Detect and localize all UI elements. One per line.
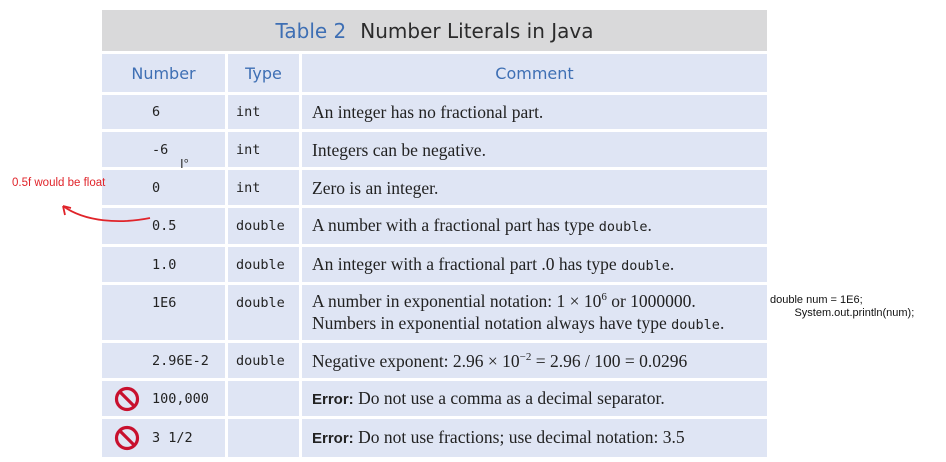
comment-segment: An integer has no fractional part. [312, 102, 544, 122]
type-cell: double [228, 208, 299, 244]
comment-segment: Zero is an integer. [312, 177, 439, 198]
comment-segment: . [719, 312, 725, 333]
number-cell: -6 [102, 132, 225, 167]
number-value: 100,000 [152, 390, 209, 407]
comment-segment: Integers can be negative. [312, 139, 486, 160]
type-cell: int [228, 132, 299, 167]
comment-text: Integers can be negative. [312, 139, 486, 161]
comment-segment: = 2.96 / 100 = 0.0296 [531, 350, 688, 371]
table-title: Table 2 Number Literals in Java [102, 10, 767, 51]
comment-segment: A number in exponential notation: 1 × 10 [312, 290, 602, 311]
float-annotation: 0.5f would be float [12, 177, 106, 189]
comment-cell: An integer has no fractional part. [302, 95, 767, 129]
comment-cell: Negative exponent: 2.96 × 10−2 = 2.96 / … [302, 343, 767, 378]
table-title-text: Number Literals in Java [360, 18, 594, 43]
comment-text: An integer with a fractional part .0 has… [312, 253, 674, 277]
type-cell [228, 419, 299, 457]
header-number: Number [102, 54, 225, 92]
comment-text: Zero is an integer. [312, 177, 438, 199]
type-cell [228, 381, 299, 416]
comment-segment: −2 [519, 350, 532, 363]
comment-segment: has type [554, 253, 622, 274]
type-cell: double [228, 285, 299, 340]
table-title-number: Table 2 [275, 18, 347, 43]
comment-cell: Error: Do not use fractions; use decimal… [302, 419, 767, 457]
comment-cell: A number with a fractional part has type… [302, 208, 767, 244]
prohibited-icon [114, 425, 140, 451]
comment-cell: Error: Do not use a comma as a decimal s… [302, 381, 767, 416]
type-cell: double [228, 247, 299, 282]
error-label: Error: [312, 430, 354, 447]
comment-text: A number with a fractional part has type… [312, 214, 652, 238]
comment-text: A number in exponential notation: 1 × 10… [312, 290, 724, 336]
comment-segment: Do not use fractions; use decimal notati… [353, 427, 685, 447]
code-annotation: double num = 1E6; System.out.println(num… [770, 294, 914, 320]
code-keyword: double [671, 316, 720, 333]
type-cell: int [228, 170, 299, 205]
number-literals-table: Table 2 Number Literals in Java Number Ty… [102, 10, 767, 458]
number-cell: 6 [102, 95, 225, 129]
code-line-1: double num = 1E6; [770, 294, 863, 306]
number-cell: 100,000 [102, 381, 225, 416]
number-cell: 1E6 [102, 285, 225, 340]
comment-segment: . [647, 215, 652, 235]
comment-cell: Integers can be negative. [302, 132, 767, 167]
number-value: 3 1/2 [152, 430, 193, 446]
number-cell: 2.96E-2 [102, 343, 225, 378]
prohibited-icon [114, 386, 140, 411]
text-cursor-icon: I° [180, 156, 189, 171]
code-keyword: double [621, 257, 670, 274]
comment-text: Error: Do not use fractions; use decimal… [312, 426, 685, 450]
annotation-arrow-icon [62, 205, 151, 222]
comment-segment: A number with a fractional part has type [312, 215, 599, 235]
comment-text: Negative exponent: 2.96 × 10−2 = 2.96 / … [312, 350, 687, 372]
comment-segment: . [669, 253, 675, 274]
comment-segment: An integer with a fractional part [312, 253, 542, 274]
comment-cell: An integer with a fractional part .0 has… [302, 247, 767, 282]
type-cell: double [228, 343, 299, 378]
comment-segment: Negative exponent: 2.96 × 10 [312, 350, 520, 371]
comment-text: An integer has no fractional part. [312, 101, 543, 123]
header-comment: Comment [302, 54, 767, 92]
header-type: Type [228, 54, 299, 92]
comment-segment: or 1000000. [606, 290, 696, 311]
type-cell: int [228, 95, 299, 129]
code-keyword: double [598, 219, 648, 235]
comment-segment: Do not use a comma as a decimal separato… [353, 387, 665, 408]
comment-segment: Numbers in exponential notation always h… [312, 312, 672, 333]
comment-segment: .0 [541, 253, 555, 274]
comment-cell: Zero is an integer. [302, 170, 767, 205]
number-cell: 3 1/2 [102, 419, 225, 457]
comment-text: Error: Do not use a comma as a decimal s… [312, 387, 665, 411]
code-line-2: System.out.println(num); [794, 307, 915, 319]
number-cell: 1.0 [102, 247, 225, 282]
error-label: Error: [312, 390, 354, 408]
comment-cell: A number in exponential notation: 1 × 10… [302, 285, 767, 340]
